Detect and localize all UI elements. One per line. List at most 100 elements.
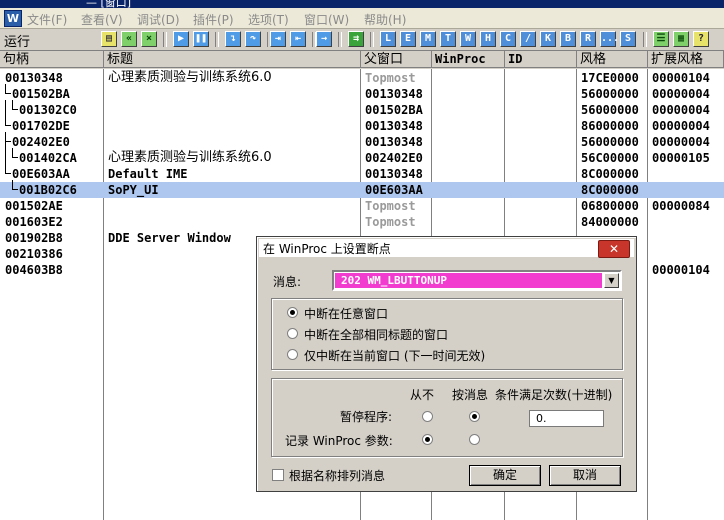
cell-style: 84000000 [581,215,639,229]
cell-handle: 00210386 [5,247,63,261]
close-icon[interactable]: ✕ [598,240,630,258]
table-row[interactable]: 001702DE 00130348 86000000 00000004 [0,100,724,134]
source-window-button[interactable]: S [620,31,636,47]
col-id[interactable]: ID [505,51,577,68]
patches-window-button[interactable]: / [520,31,536,47]
chevron-down-icon[interactable]: ▼ [604,273,619,288]
restart-icon[interactable]: « [121,31,137,47]
trace-over-icon[interactable]: ⇤ [290,31,306,47]
log-by-message-radio[interactable] [469,434,480,445]
cell-parent: 00130348 [365,119,423,133]
table-row[interactable]: 00130348 心理素质测验与训练系统6.0 Topmost 17CE0000… [0,70,724,86]
modules-window-button[interactable]: E [400,31,416,47]
cell-parent: 00E603AA [365,183,423,197]
message-label: 消息: [273,275,302,289]
pause-never-radio[interactable] [422,411,433,422]
cell-handle: 001502AE [5,199,63,213]
cell-handle: 001603E2 [5,215,63,229]
menu-bar: W 文件(F) 查看(V) 调试(D) 插件(P) 选项(T) 窗口(W) 帮助… [0,8,724,29]
radio-same-title[interactable] [287,328,298,339]
cell-style: 56000000 [581,87,639,101]
radio-any-window[interactable] [287,307,298,318]
tree-connector [5,100,11,126]
table-row[interactable]: 00E603AA Default IME 00130348 8C000000 [0,132,724,182]
message-select[interactable]: 202 WM_LBUTTONUP ▼ [332,270,622,291]
trace-into-icon[interactable]: ⇥ [270,31,286,47]
menu-options[interactable]: 选项(T) [248,11,289,28]
table-row[interactable]: 001502AE Topmost 06800000 00000084 [0,198,724,214]
tree-connector [12,180,18,190]
handles-window-button[interactable]: H [480,31,496,47]
pause-count-input[interactable]: 0. [529,410,604,427]
run-status-label: 运行 [4,35,31,50]
cell-style: 56000000 [581,135,639,149]
execute-till-return-icon[interactable]: → [316,31,332,47]
memory-window-button[interactable]: M [420,31,436,47]
log-never-radio[interactable] [422,434,433,445]
references-window-button[interactable]: R [580,31,596,47]
cell-handle: 001B02C6 [19,183,77,197]
step-over-icon[interactable]: ↷ [245,31,261,47]
app-icon[interactable]: W [4,10,22,27]
table-row[interactable]: 001302C0 001502BA 56000000 00000004 [0,100,724,118]
radio-any-window-label[interactable]: 中断在任意窗口 [304,305,388,322]
table-row-selected[interactable]: 001B02C6 SoPY_UI 00E603AA 8C000000 [0,180,724,198]
table-row[interactable]: 001502BA 00130348 56000000 00000004 [0,84,724,102]
ok-button[interactable]: 确定 [469,465,541,486]
appearance-icon[interactable]: ▦ [673,31,689,47]
menu-plugins[interactable]: 插件(P) [193,11,234,28]
tree-connector [12,100,18,110]
cell-exstyle: 00000104 [652,71,710,85]
col-style[interactable]: 风格 [577,51,648,68]
col-parent[interactable]: 父窗口 [361,51,432,68]
dialog-title-bar[interactable]: 在 WinProc 上设置断点 ✕ [259,239,634,258]
radio-current-window-label[interactable]: 仅中断在当前窗口 (下一时间无效) [304,347,485,364]
col-handle[interactable]: 句柄 [0,51,104,68]
cell-exstyle: 00000004 [652,119,710,133]
cell-exstyle: 00000004 [652,87,710,101]
col-winproc[interactable]: WinProc [432,51,505,68]
run-icon[interactable]: ▶ [173,31,189,47]
cell-parent: 00130348 [365,135,423,149]
toolbar-separator [643,32,647,47]
windows-window-button[interactable]: W [460,31,476,47]
step-into-icon[interactable]: ↴ [225,31,241,47]
pause-by-message-radio[interactable] [469,411,480,422]
table-row[interactable]: 001402CA 心理素质测验与训练系统6.0 002402E0 56C0000… [0,148,724,166]
dialog-title: 在 WinProc 上设置断点 [263,242,391,256]
cell-exstyle: 00000084 [652,199,710,213]
pause-icon[interactable]: ❚❚ [193,31,209,47]
radio-same-title-label[interactable]: 中断在全部相同标题的窗口 [304,326,448,343]
threads-window-button[interactable]: T [440,31,456,47]
cell-style: 8C000000 [581,167,639,181]
options-icon[interactable]: ☰ [653,31,669,47]
cpu-window-button[interactable]: C [500,31,516,47]
goto-icon[interactable]: ⇉ [348,31,364,47]
menu-file[interactable]: 文件(F) [27,11,67,28]
call-stack-window-button[interactable]: K [540,31,556,47]
run-trace-window-button[interactable]: ... [600,31,619,47]
table-row[interactable]: 002402E0 00130348 56000000 00000004 [0,132,724,150]
cell-handle: 004603B8 [5,263,63,277]
table-row[interactable]: 001603E2 Topmost 84000000 [0,214,724,230]
help-icon[interactable]: ? [693,31,709,47]
sort-by-name-checkbox[interactable] [272,469,284,481]
close-program-icon[interactable]: × [141,31,157,47]
cell-handle: 00E603AA [12,167,70,181]
cell-handle: 002402E0 [12,135,70,149]
menu-window[interactable]: 窗口(W) [304,11,349,28]
tree-connector [12,148,18,158]
radio-current-window[interactable] [287,349,298,360]
col-exstyle[interactable]: 扩展风格 [648,51,724,68]
col-title[interactable]: 标题 [104,51,361,68]
menu-help[interactable]: 帮助(H) [364,11,406,28]
breakpoints-window-button[interactable]: B [560,31,576,47]
cell-handle: 00130348 [5,71,63,85]
cancel-button[interactable]: 取消 [549,465,621,486]
cell-title: 心理素质测验与训练系统6.0 [108,70,272,85]
sort-by-name-label[interactable]: 根据名称排列消息 [289,467,385,484]
log-window-button[interactable]: L [380,31,396,47]
menu-debug[interactable]: 调试(D) [137,11,180,28]
open-icon[interactable]: ▤ [101,31,117,47]
menu-view[interactable]: 查看(V) [81,11,123,28]
